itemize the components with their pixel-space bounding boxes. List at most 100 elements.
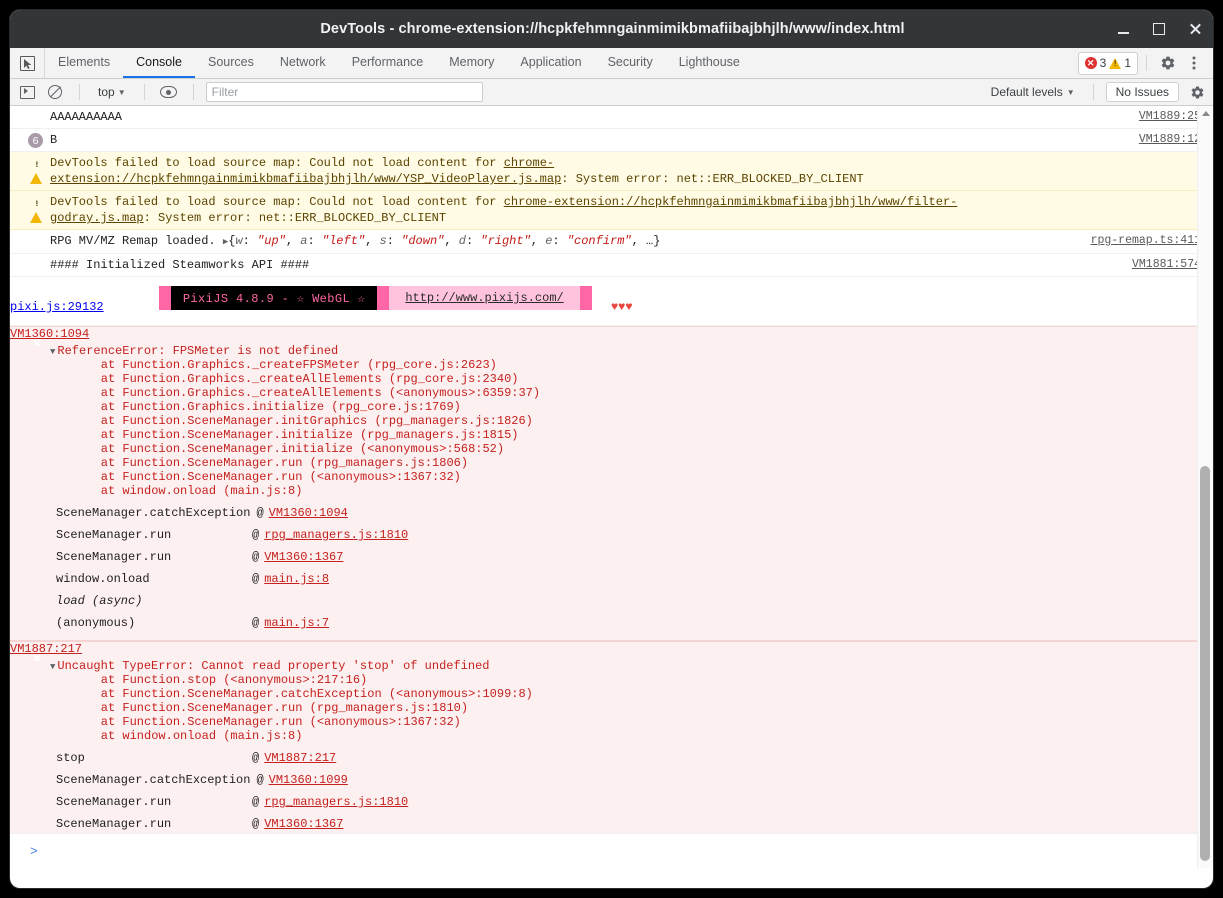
tab-application[interactable]: Application xyxy=(507,48,594,78)
console-source-link[interactable]: pixi.js:29132 xyxy=(10,300,104,314)
pixi-url-block[interactable]: http://www.pixijs.com/ xyxy=(389,286,580,310)
scroll-up-arrow-icon[interactable] xyxy=(1198,106,1213,121)
clear-console-icon xyxy=(47,84,63,100)
console-source-link[interactable]: VM1889:12 xyxy=(1139,132,1201,148)
issues-button[interactable]: No Issues xyxy=(1105,82,1179,102)
console-message-list[interactable]: AAAAAAAAAA VM1889:25 6 B VM1889:12 DevTo… xyxy=(10,106,1213,868)
frame-function: stop xyxy=(56,751,85,765)
stack-line: at Function.Graphics._createFPSMeter (rp… xyxy=(72,358,497,372)
live-expression-button[interactable] xyxy=(157,82,181,102)
object-value: "down" xyxy=(401,234,445,248)
stack-line: at window.onload (main.js:8) xyxy=(72,729,303,743)
devtools-settings-button[interactable] xyxy=(1155,50,1181,76)
console-source-link[interactable]: rpg-remap.ts:411 xyxy=(1091,233,1201,249)
frame-function: SceneManager.catchException xyxy=(56,506,251,520)
console-row-log[interactable]: AAAAAAAAAA VM1889:25 xyxy=(10,106,1213,129)
console-settings-button[interactable] xyxy=(1186,82,1208,102)
console-sidebar-toggle-button[interactable] xyxy=(15,82,39,102)
tab-list: Elements Console Sources Network Perform… xyxy=(45,48,753,78)
console-row-pixi-banner[interactable]: pixi.js:29132 PixiJS 4.8.9 - ☆ WebGL ☆ h… xyxy=(10,277,1213,326)
tab-security[interactable]: Security xyxy=(595,48,666,78)
frame-location-link[interactable]: rpg_managers.js:1810 xyxy=(264,527,408,543)
console-source-link[interactable]: VM1881:574 xyxy=(1132,257,1201,273)
console-row-warning[interactable]: DevTools failed to load source map: Coul… xyxy=(10,191,1213,230)
warning-prefix: DevTools failed to load source map: Coul… xyxy=(50,156,504,170)
frame-location-link[interactable]: VM1360:1367 xyxy=(264,816,343,832)
object-key: a xyxy=(300,234,308,248)
frame-location-link[interactable]: main.js:7 xyxy=(264,615,329,631)
error-count: 3 xyxy=(1099,56,1107,70)
frame-function: window.onload xyxy=(56,572,150,586)
divider xyxy=(79,84,80,100)
stack-line: at Function.Graphics._createAllElements … xyxy=(72,372,519,386)
minimize-icon xyxy=(1117,32,1129,34)
console-row-object-log[interactable]: RPG MV/MZ Remap loaded. ▶{w: "up", a: "l… xyxy=(10,230,1213,254)
tab-elements[interactable]: Elements xyxy=(45,48,123,78)
pixi-banner: PixiJS 4.8.9 - ☆ WebGL ☆ http://www.pixi… xyxy=(158,286,592,310)
frame-location-link[interactable]: VM1360:1099 xyxy=(269,772,348,788)
console-message-text: DevTools failed to load source map: Coul… xyxy=(10,194,1213,226)
devtools-more-button[interactable] xyxy=(1181,50,1207,76)
close-icon xyxy=(1189,23,1201,35)
minimize-button[interactable] xyxy=(1105,10,1141,48)
stack-line: at Function.SceneManager.run (rpg_manage… xyxy=(72,456,469,470)
issue-counter[interactable]: ✕ 3 1 xyxy=(1077,51,1138,75)
tab-console[interactable]: Console xyxy=(123,48,195,78)
error-frame: window.onload @ main.js:8 xyxy=(10,568,1213,590)
stack-line: at Function.SceneManager.initialize (rpg… xyxy=(72,428,519,442)
stack-line: at Function.Graphics.initialize (rpg_cor… xyxy=(72,400,461,414)
error-icon xyxy=(30,651,43,664)
clear-console-button[interactable] xyxy=(43,82,67,102)
close-button[interactable] xyxy=(1177,10,1213,48)
inspect-element-button[interactable] xyxy=(10,48,45,78)
log-level-selector[interactable]: Default levels ▼ xyxy=(985,83,1081,101)
console-source-link[interactable]: VM1889:25 xyxy=(1139,109,1201,125)
console-prompt-row[interactable]: > xyxy=(10,833,1213,868)
error-frame: (anonymous) @ main.js:7 xyxy=(10,612,1213,634)
frame-location-link[interactable]: main.js:8 xyxy=(264,571,329,587)
stack-line: at Function.SceneManager.initialize (<an… xyxy=(72,442,505,456)
tab-network[interactable]: Network xyxy=(267,48,339,78)
gear-icon xyxy=(1161,56,1175,70)
frame-function: SceneManager.run xyxy=(56,817,172,831)
console-source-link[interactable]: VM1360:1094 xyxy=(10,327,89,341)
scrollbar-thumb[interactable] xyxy=(1200,466,1210,861)
console-message-text: DevTools failed to load source map: Coul… xyxy=(10,155,1213,187)
inspect-element-icon xyxy=(19,55,35,71)
execution-context-label: top xyxy=(98,85,115,99)
frame-location-link[interactable]: VM1360:1367 xyxy=(264,549,343,565)
frame-location-link[interactable]: VM1887:217 xyxy=(264,750,336,766)
error-title-line[interactable]: ▼ ReferenceError: FPSMeter is not defined xyxy=(10,341,1213,358)
frame-at-symbol: @ xyxy=(252,550,260,564)
pixi-url-link[interactable]: http://www.pixijs.com/ xyxy=(405,291,563,305)
error-title-line[interactable]: ▼ Uncaught TypeError: Cannot read propert… xyxy=(10,656,1213,673)
console-row-log[interactable]: #### Initialized Steamworks API #### VM1… xyxy=(10,254,1213,277)
console-message-text: B xyxy=(50,133,58,147)
live-expression-eye-icon xyxy=(160,86,178,98)
expand-error-triangle-icon[interactable]: ▼ xyxy=(50,347,55,357)
tab-memory[interactable]: Memory xyxy=(436,48,507,78)
stack-line: at Function.SceneManager.run (<anonymous… xyxy=(72,715,461,729)
window-title: DevTools - chrome-extension://hcpkfehmng… xyxy=(320,21,905,37)
stack-line: at Function.stop (<anonymous>:217:16) xyxy=(72,673,368,687)
console-row-warning[interactable]: DevTools failed to load source map: Coul… xyxy=(10,152,1213,191)
frame-location-link[interactable]: VM1360:1094 xyxy=(269,505,348,521)
pixi-right-bar xyxy=(579,286,592,310)
tab-sources[interactable]: Sources xyxy=(195,48,267,78)
frame-location-link[interactable]: rpg_managers.js:1810 xyxy=(264,794,408,810)
execution-context-selector[interactable]: top ▼ xyxy=(92,83,132,101)
tab-performance[interactable]: Performance xyxy=(339,48,437,78)
console-row-error[interactable]: VM1360:1094 ▼ ReferenceError: FPSMeter is… xyxy=(10,326,1213,641)
console-scrollbar[interactable] xyxy=(1197,106,1213,868)
warning-suffix: : System error: net::ERR_BLOCKED_BY_CLIE… xyxy=(143,211,447,225)
object-key: w xyxy=(235,234,243,248)
tab-lighthouse[interactable]: Lighthouse xyxy=(666,48,753,78)
console-filter-input[interactable] xyxy=(205,82,483,102)
expand-error-triangle-icon[interactable]: ▼ xyxy=(50,662,55,672)
maximize-button[interactable] xyxy=(1141,10,1177,48)
console-prompt-input[interactable] xyxy=(37,843,1213,859)
console-row-log[interactable]: 6 B VM1889:12 xyxy=(10,129,1213,152)
stack-line: at Function.SceneManager.initGraphics (r… xyxy=(72,414,533,428)
console-source-link[interactable]: VM1887:217 xyxy=(10,642,82,656)
pixi-version-text: PixiJS 4.8.9 - ☆ WebGL ☆ xyxy=(170,286,378,310)
